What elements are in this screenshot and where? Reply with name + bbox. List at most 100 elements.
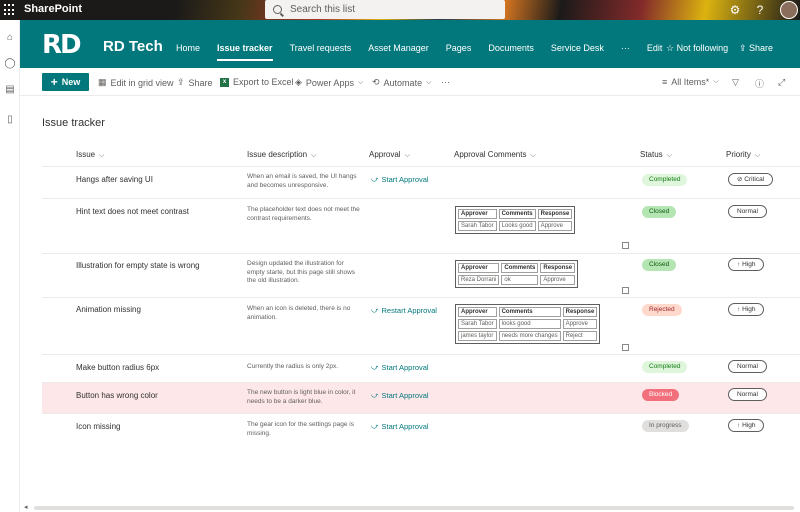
approval-label: Start Approval (381, 363, 429, 372)
follow-label: Not following (676, 43, 729, 53)
app-launcher-icon[interactable] (4, 4, 16, 16)
list-title: Issue tracker (42, 117, 105, 129)
site-nav: Home Issue tracker Travel requests Asset… (176, 43, 679, 61)
column-header-description[interactable]: Issue description ⌵ (247, 150, 316, 160)
approval-link[interactable]: ⤻ Start Approval (371, 391, 429, 400)
issue-title[interactable]: Icon missing (76, 422, 120, 431)
export-excel-button[interactable]: x Export to Excel (220, 77, 294, 87)
more-commands-button[interactable]: ··· (441, 77, 450, 87)
issue-title[interactable]: Button has wrong color (76, 391, 158, 400)
automate-button[interactable]: ⟲ Automate ⌵ (372, 77, 431, 88)
info-icon[interactable]: ⓘ (755, 77, 764, 90)
nav-item-service-desk[interactable]: Service Desk (551, 43, 604, 57)
priority-badge: ⊘ Critical (728, 173, 774, 186)
home-icon[interactable]: ⌂ (4, 32, 16, 44)
table-row[interactable]: Illustration for empty state is wrong De… (42, 254, 800, 297)
mini-header: Response (562, 307, 598, 317)
approval-label: Start Approval (381, 422, 429, 431)
column-header-priority[interactable]: Priority ⌵ (726, 150, 760, 160)
priority-badge: Normal (728, 205, 767, 218)
nav-item-asset-manager[interactable]: Asset Manager (368, 43, 429, 57)
approver-cell: Reza Dorrani (458, 275, 500, 285)
export-excel-label: Export to Excel (233, 77, 294, 87)
response-cell: Reject (562, 331, 598, 341)
status-badge: Rejected (642, 304, 682, 316)
column-header-approval-comments[interactable]: Approval Comments ⌵ (454, 150, 536, 160)
mini-header: Approver (458, 209, 497, 219)
star-icon: ☆ (666, 43, 677, 53)
expand-cell-icon[interactable] (622, 242, 629, 249)
priority-badge: ↑ High (728, 258, 765, 271)
site-share-button[interactable]: ⇪ Share (739, 43, 773, 54)
suite-brand[interactable]: SharePoint (24, 3, 82, 15)
new-label: New (61, 77, 81, 87)
scrollbar-track[interactable] (34, 506, 794, 510)
site-title[interactable]: RD Tech (103, 38, 163, 55)
mini-header: Comments (498, 307, 561, 317)
chevron-down-icon: ⌵ (357, 78, 364, 86)
search-input[interactable]: Search this list (290, 4, 355, 15)
issue-title[interactable]: Illustration for empty state is wrong (76, 261, 200, 270)
globe-icon[interactable]: ◯ (4, 58, 16, 70)
table-row[interactable]: Make button radius 6px Currently the rad… (42, 355, 800, 382)
nav-item-documents[interactable]: Documents (488, 43, 534, 57)
view-selector[interactable]: ≡ All Items* ⌵ (662, 77, 719, 87)
table-row[interactable]: Animation missing When an icon is delete… (42, 298, 800, 354)
table-row[interactable]: Hint text does not meet contrast The pla… (42, 199, 800, 253)
column-header-issue[interactable]: Issue ⌵ (76, 150, 104, 160)
comment-cell: looks good (498, 319, 561, 329)
nav-item-home[interactable]: Home (176, 43, 200, 57)
nav-item-issue-tracker[interactable]: Issue tracker (217, 43, 273, 61)
gear-icon[interactable]: ⚙ (727, 2, 743, 18)
power-apps-button[interactable]: ◈ Power Apps ⌵ (295, 77, 363, 88)
issue-description: The new button is light blue in color, i… (247, 389, 356, 405)
share-button[interactable]: ⇪ Share (177, 77, 213, 88)
approval-comments-table: Approver Comments Response Sarah Tabor Look… (455, 206, 576, 234)
column-header-label: Approval (369, 150, 401, 159)
filter-icon[interactable]: ▽ (732, 77, 739, 88)
nav-item-pages[interactable]: Pages (446, 43, 472, 57)
help-icon[interactable]: ? (752, 2, 768, 18)
column-header-approval[interactable]: Approval ⌵ (369, 150, 410, 160)
scroll-left-icon[interactable]: ◂ (24, 503, 28, 511)
expand-icon[interactable]: ⤢ (778, 77, 785, 88)
table-row[interactable]: Icon missing The gear icon for the setti… (42, 414, 800, 442)
table-row[interactable]: Hangs after saving UI When an email is s… (42, 167, 800, 198)
column-header-label: Issue (76, 150, 96, 159)
avatar[interactable] (780, 1, 798, 19)
site-logo[interactable]: RD (42, 32, 82, 58)
status-badge: Closed (642, 206, 677, 218)
approval-comments-table: Approver Comments Response Sarah Tabor look… (455, 304, 601, 344)
table-row[interactable]: Button has wrong color The new button is… (42, 383, 800, 413)
nav-edit-link[interactable]: Edit (647, 43, 663, 57)
site-header: RD RD Tech Home Issue tracker Travel req… (20, 20, 800, 68)
power-apps-label: Power Apps (305, 77, 354, 88)
issue-title[interactable]: Hangs after saving UI (76, 175, 153, 184)
horizontal-scrollbar[interactable]: ◂ (20, 502, 800, 512)
document-icon[interactable]: ▯ (4, 114, 16, 126)
nav-item-travel-requests[interactable]: Travel requests (290, 43, 352, 57)
expand-cell-icon[interactable] (622, 287, 629, 294)
status-badge: In progress (642, 420, 689, 432)
approval-link[interactable]: ⤻ Start Approval (371, 422, 429, 431)
issue-title[interactable]: Make button radius 6px (76, 363, 159, 372)
approval-link[interactable]: ⤻ Start Approval (371, 363, 429, 372)
news-icon[interactable]: ▤ (4, 84, 16, 96)
issue-title[interactable]: Hint text does not meet contrast (76, 207, 189, 216)
approval-label: Start Approval (381, 391, 429, 400)
expand-cell-icon[interactable] (622, 344, 629, 351)
priority-badge: ↑ High (728, 303, 765, 316)
chevron-down-icon: ⌵ (666, 152, 672, 159)
approval-link[interactable]: ⤻ Restart Approval (371, 306, 437, 315)
approval-link[interactable]: ⤻ Start Approval (371, 175, 429, 184)
issue-title[interactable]: Animation missing (76, 305, 141, 314)
nav-more-button[interactable]: ··· (621, 43, 630, 57)
mini-header: Approver (458, 307, 497, 317)
chevron-down-icon: ⌵ (426, 78, 432, 86)
follow-button[interactable]: ☆ Not following (666, 43, 728, 54)
new-button[interactable]: + New (42, 73, 89, 91)
column-header-status[interactable]: Status ⌵ (640, 150, 672, 160)
view-label: All Items* (671, 77, 710, 87)
grid-view-button[interactable]: ▦ Edit in grid view (98, 77, 174, 88)
search-box[interactable]: Search this list (265, 0, 505, 19)
